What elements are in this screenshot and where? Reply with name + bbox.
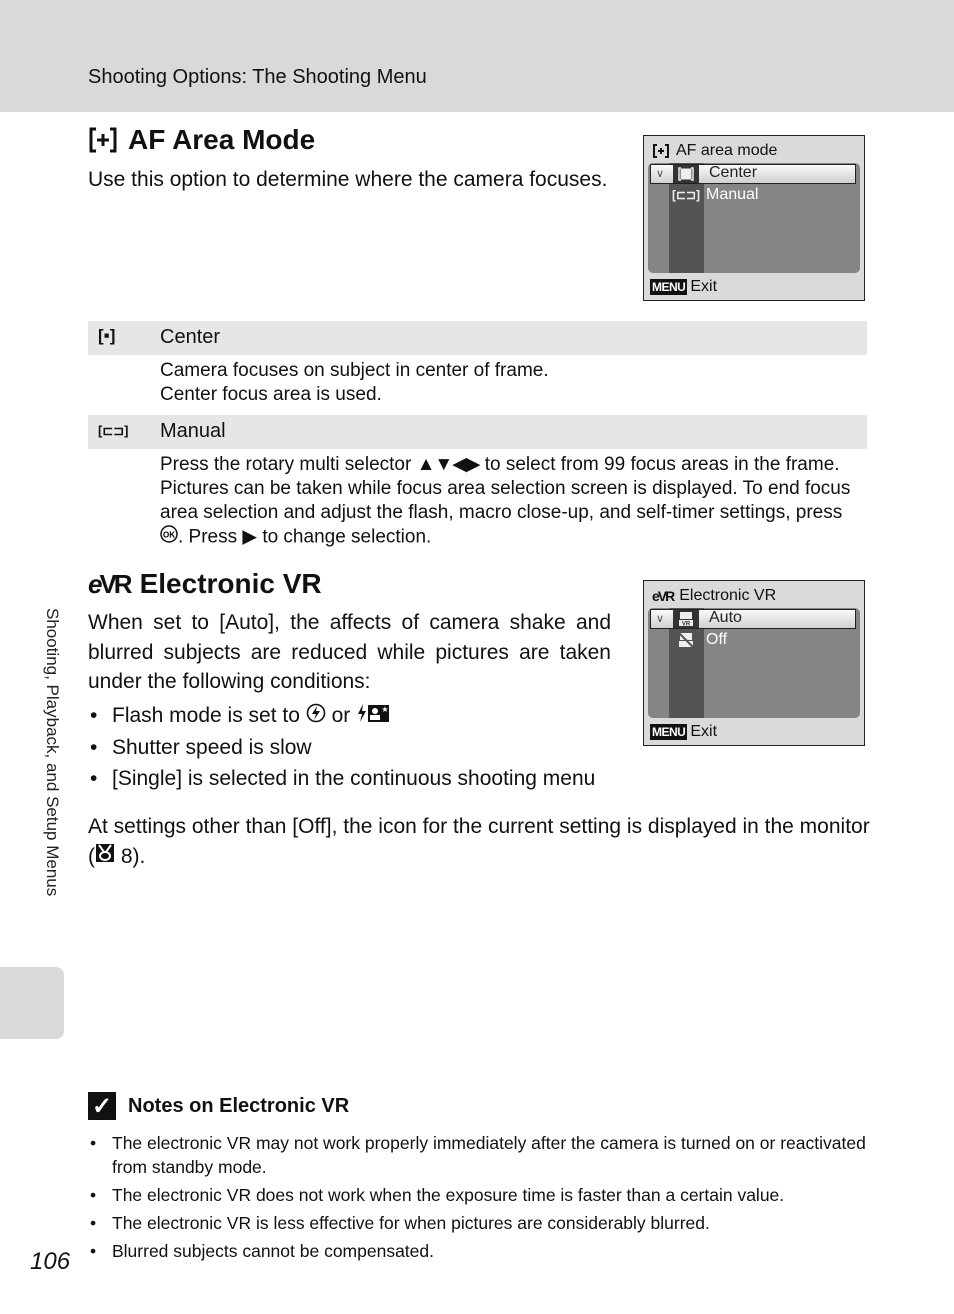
exit-label: Exit [690, 278, 718, 295]
notes-heading: ✓ Notes on Electronic VR [88, 1092, 349, 1120]
af-area-heading: AF Area Mode [88, 124, 315, 156]
running-header: Shooting Options: The Shooting Menu [88, 66, 427, 88]
menu-button-icon: MENU [650, 724, 688, 740]
af-area-intro: Use this option to determine where the c… [88, 168, 608, 191]
af-area-icon [653, 144, 669, 158]
option-label: Manual [160, 420, 226, 442]
manual-focus-icon: [⊏⊐] [671, 188, 701, 202]
list-item: The electronic VR may not work properly … [88, 1131, 868, 1179]
menu-option-selected[interactable]: ∨ Center [650, 164, 856, 184]
multi-selector-arrows-icon: ▲▼◀▶ [416, 454, 481, 475]
header-band [0, 0, 954, 112]
desc-text: . Press [178, 526, 238, 548]
page-reference-link[interactable]: 8 [121, 845, 133, 868]
svg-text:OK: OK [163, 531, 175, 540]
center-focus-icon: [▪] [98, 326, 116, 345]
af-area-title: AF Area Mode [128, 124, 316, 155]
menu-option-label: Center [709, 164, 758, 181]
list-item: Flash mode is set to or ★ [88, 700, 648, 732]
screen-menu-panel: ∨ Center [⊏⊐] Manual [648, 163, 860, 273]
option-desc-manual: Press the rotary multi selector ▲▼◀▶ to … [160, 453, 860, 550]
menu-option-label[interactable]: Off [706, 631, 727, 649]
note-text: ). [132, 844, 146, 868]
chevron-down-icon: ∨ [656, 168, 665, 180]
screen-title: eVR Electronic VR [652, 587, 776, 605]
manual-focus-icon: [⊏⊐] [98, 423, 129, 438]
screen-footer: MENU Exit [650, 723, 717, 741]
menu-option-label: Auto [709, 609, 742, 626]
list-item: The electronic VR does not work when the… [88, 1183, 868, 1207]
screen-title: AF area mode [652, 142, 777, 160]
ok-button-icon: OK [160, 525, 178, 550]
af-area-screen: AF area mode ∨ Center [⊏⊐] Manual MENU E… [643, 135, 865, 301]
right-arrow-icon: ▶ [242, 526, 258, 548]
vr-screen: eVR Electronic VR ∨ VR Auto Off MENU Exi… [643, 580, 865, 746]
desc-text: to change selection. [262, 526, 432, 548]
screen-title-text: AF area mode [676, 142, 778, 159]
list-item: Shutter speed is slow [88, 732, 648, 763]
svg-text:VR: VR [682, 622, 691, 628]
vr-heading: e VR Electronic VR [88, 568, 322, 600]
desc-line: Camera focuses on subject in center of f… [160, 360, 549, 381]
side-tab-label: Shooting, Playback, and Setup Menus [43, 608, 62, 897]
vr-title: Electronic VR [139, 568, 322, 599]
vr-off-icon [673, 631, 699, 649]
menu-option-selected[interactable]: ∨ VR Auto [650, 609, 856, 629]
vr-intro: When set to [Auto], the affects of camer… [88, 611, 611, 693]
flash-auto-icon [306, 701, 326, 732]
electronic-vr-icon: eVR [88, 568, 133, 599]
vr-auto-icon: VR [673, 610, 699, 628]
page-number: 106 [30, 1248, 71, 1275]
screen-title-text: Electronic VR [679, 587, 777, 604]
chevron-down-icon: ∨ [656, 613, 665, 625]
checkmark-icon: ✓ [88, 1092, 116, 1120]
center-focus-icon [673, 165, 699, 183]
option-desc-center: Camera focuses on subject in center of f… [160, 359, 549, 407]
side-tab-marker [0, 967, 64, 1039]
slow-sync-flash-icon: ★ [356, 701, 390, 732]
list-item: Blurred subjects cannot be compensated. [88, 1239, 868, 1263]
menu-button-icon: MENU [650, 279, 688, 295]
electronic-vr-icon: eVR [652, 588, 675, 604]
vr-conditions-list: Flash mode is set to or ★ Shutter speed … [88, 700, 648, 794]
bullet-text: Flash mode is set to [112, 704, 300, 727]
list-item: [Single] is selected in the continuous s… [88, 763, 648, 794]
option-row-center: [▪] Center [88, 321, 867, 355]
screen-menu-panel: ∨ VR Auto Off [648, 608, 860, 718]
option-label: Center [160, 326, 221, 348]
note-text: At settings other than [Off], the icon f… [88, 815, 870, 868]
desc-text: Press the rotary multi selector [160, 454, 412, 475]
bullet-text: or [331, 704, 351, 727]
list-item: The electronic VR is less effective for … [88, 1211, 868, 1235]
exit-label: Exit [690, 723, 718, 740]
page-reference-icon [95, 842, 115, 872]
option-row-manual: [⊏⊐] Manual [88, 415, 867, 449]
svg-text:★: ★ [382, 705, 389, 714]
af-area-icon [88, 126, 118, 154]
notes-list: The electronic VR may not work properly … [88, 1131, 868, 1267]
vr-monitor-note: At settings other than [Off], the icon f… [88, 812, 870, 872]
desc-line: Center focus area is used. [160, 384, 382, 405]
notes-title: Notes on Electronic VR [128, 1094, 350, 1117]
menu-option-label[interactable]: Manual [706, 186, 758, 204]
screen-footer: MENU Exit [650, 278, 717, 296]
